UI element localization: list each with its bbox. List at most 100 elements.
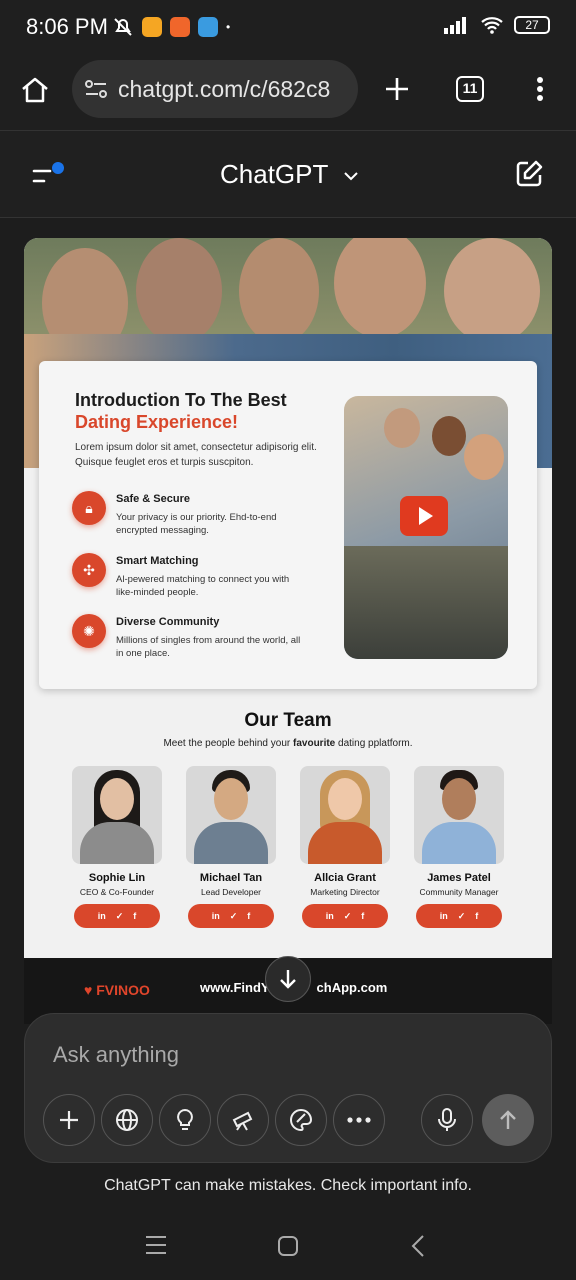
more-horiz-icon <box>347 1117 371 1123</box>
member-name: Michael Tan <box>199 872 263 884</box>
facebook-icon: f <box>247 911 251 921</box>
more-tools-button[interactable] <box>333 1094 385 1146</box>
feature-title: Diverse Community <box>116 616 220 628</box>
video-thumbnail <box>344 396 508 659</box>
wifi-icon <box>481 17 503 34</box>
edit-icon <box>516 160 543 187</box>
member-name: Allcia Grant <box>314 872 376 884</box>
feature-title: Smart Matching <box>116 555 199 567</box>
dictate-button[interactable] <box>421 1094 473 1146</box>
home-icon <box>22 77 48 103</box>
feature-desc: Al-pewered matching to connect you with … <box>116 574 290 598</box>
arrow-down-icon <box>280 970 296 989</box>
scroll-down-button[interactable] <box>265 956 311 1002</box>
tab-switcher-button[interactable]: 11 <box>456 76 484 102</box>
composer: Ask anything <box>24 1013 552 1163</box>
mute-icon <box>114 18 132 36</box>
social-links: in ✓ f <box>416 904 502 928</box>
globe-icon: ✺ <box>72 614 106 648</box>
palette-icon <box>290 1108 313 1132</box>
team-member-card: Allcia Grant Marketing Director in ✓ f <box>300 766 390 928</box>
twitter-icon: ✓ <box>115 910 124 921</box>
member-role: CEO & Co-Founder <box>79 887 155 897</box>
reason-button[interactable] <box>159 1094 211 1146</box>
search-button[interactable] <box>101 1094 153 1146</box>
site-settings-icon[interactable] <box>84 78 108 100</box>
social-links: in ✓ f <box>74 904 160 928</box>
more-dot-icon: • <box>226 20 231 34</box>
status-right: 27 <box>444 16 550 34</box>
twitter-icon: ✓ <box>229 910 238 921</box>
twitter-icon: ✓ <box>457 910 466 921</box>
match-icon: ✣ <box>72 553 106 587</box>
avatar <box>300 766 390 864</box>
facebook-icon: f <box>361 911 365 921</box>
intro-title: Introduction To The Best Dating Experien… <box>75 389 287 433</box>
linkedin-icon: in <box>97 911 106 921</box>
feature-desc: Millions of singles from around the worl… <box>116 635 301 659</box>
notes-app-icon <box>142 17 162 37</box>
back-button[interactable] <box>410 1234 426 1258</box>
brand-logo: ♥ FVINOO <box>84 982 150 998</box>
avatar <box>72 766 162 864</box>
generated-image[interactable]: Introduction To The Best Dating Experien… <box>24 238 552 958</box>
system-nav-bar <box>0 1216 576 1280</box>
disclaimer-text: ChatGPT can make mistakes. Check importa… <box>104 1177 472 1194</box>
linkedin-icon: in <box>439 911 448 921</box>
send-button[interactable] <box>482 1094 534 1146</box>
browser-toolbar: chatgpt.com/c/682c8 11 <box>0 56 576 130</box>
home-button[interactable] <box>20 76 50 104</box>
member-name: James Patel <box>427 872 491 884</box>
member-name: Sophie Lin <box>88 872 146 884</box>
team-member-card: James Patel Community Manager in ✓ f <box>414 766 504 928</box>
intro-text: Lorem ipsum dolor sit amet, consectetur … <box>75 442 317 468</box>
signal-icon <box>444 17 466 34</box>
new-tab-button[interactable] <box>384 76 410 102</box>
plus-icon <box>386 78 408 100</box>
home-nav-button[interactable] <box>276 1234 300 1258</box>
play-icon <box>400 496 448 536</box>
app-title: ChatGPT <box>220 159 328 189</box>
arrow-up-icon <box>500 1110 516 1129</box>
social-links: in ✓ f <box>302 904 388 928</box>
social-links: in ✓ f <box>188 904 274 928</box>
address-bar[interactable]: chatgpt.com/c/682c8 <box>72 60 358 118</box>
sidebar-toggle-button[interactable] <box>32 161 68 187</box>
back-icon <box>411 1235 424 1257</box>
notification-icons: • <box>112 16 230 38</box>
attach-button[interactable] <box>43 1094 95 1146</box>
plus-icon <box>60 1111 78 1129</box>
chevron-down-icon <box>343 171 359 181</box>
create-image-button[interactable] <box>275 1094 327 1146</box>
twitter-icon: ✓ <box>343 910 352 921</box>
model-selector[interactable]: ChatGPT <box>220 159 359 190</box>
intro-title-line2: Dating Experience! <box>75 412 239 432</box>
more-vert-icon <box>537 77 543 101</box>
facebook-icon: f <box>133 911 137 921</box>
facebook-icon: f <box>475 911 479 921</box>
browser-menu-button[interactable] <box>536 76 544 102</box>
menu-icon <box>32 162 64 183</box>
member-role: Community Manager <box>419 887 499 897</box>
telescope-icon <box>232 1111 253 1131</box>
message-input[interactable]: Ask anything <box>53 1042 179 1068</box>
deep-research-button[interactable] <box>217 1094 269 1146</box>
team-subtitle: Meet the people behind your favourite da… <box>163 738 413 749</box>
microphone-icon <box>438 1108 456 1131</box>
lock-icon: 🔒︎ <box>72 491 106 525</box>
member-role: Marketing Director <box>310 887 380 897</box>
new-chat-button[interactable] <box>514 159 544 189</box>
feature-title: Safe & Secure <box>116 493 190 505</box>
url-text: chatgpt.com/c/682c8 <box>118 75 331 102</box>
shop-app-icon <box>170 17 190 37</box>
recents-icon <box>146 1236 166 1254</box>
intro-title-line1: Introduction To The Best <box>75 390 287 410</box>
app-header: ChatGPT <box>0 130 576 218</box>
feature-desc: Your privacy is our priority. Ehd-to-end… <box>116 512 277 536</box>
team-member-card: Michael Tan Lead Developer in ✓ f <box>186 766 276 928</box>
home-square-icon <box>278 1236 298 1256</box>
recents-button[interactable] <box>144 1234 168 1256</box>
team-member-card: Sophie Lin CEO & Co-Founder in ✓ f <box>72 766 162 928</box>
telegram-icon <box>198 17 218 37</box>
status-bar: 8:06 PM • 27 <box>0 0 576 56</box>
